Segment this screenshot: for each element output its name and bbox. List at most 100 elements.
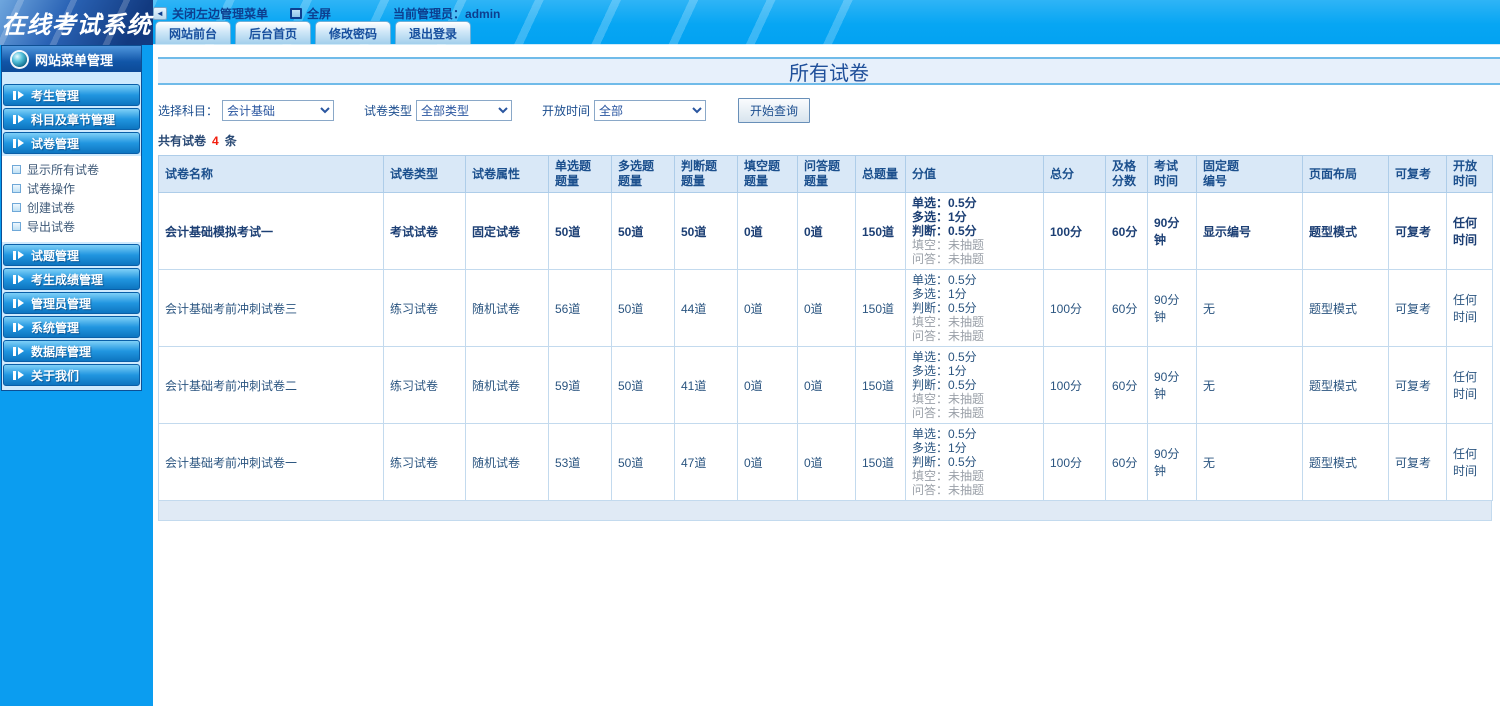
cell-total: 150道 [855,346,906,424]
top-tab[interactable]: 修改密码 [315,21,392,44]
sidebar-item[interactable]: 创建试卷 [2,198,141,217]
score-line: 判断：0.5分 [912,224,977,238]
fullscreen-icon [290,7,303,19]
cell-single: 56道 [548,269,612,347]
top-tabs: 网站前台 后台首页 修改密码 退出登录 [155,21,472,44]
cell-qa: 0道 [797,269,856,347]
sidebar-group[interactable]: 试卷管理 [3,132,140,154]
sidebar-group[interactable]: 试题管理 [3,244,140,266]
column-header: 总分 [1043,155,1106,193]
table-row: 会计基础考前冲刺试卷二 练习试卷 随机试卷 59道 50道 41道 0道 0道 150道 单选：0… [158,346,1493,424]
exam-count-prefix: 共有试卷 [158,134,207,148]
cell-qa: 0道 [797,192,856,270]
score-line-muted: 问答：未抽题 [912,329,985,343]
column-header: 试卷名称 [158,155,384,193]
sidebar-group[interactable]: 考生成绩管理 [3,268,140,290]
sidebar-group-label: 试卷管理 [31,136,80,151]
sidebar-group[interactable]: 关于我们 [3,364,140,386]
cell-total: 150道 [855,423,906,501]
time-label: 开放时间 [542,104,591,118]
cell-retake: 可复考 [1388,423,1447,501]
cell-type: 练习试卷 [383,346,466,424]
cell-name: 会计基础考前冲刺试卷二 [158,346,384,424]
cell-open-time: 任何时间 [1446,346,1493,424]
sidebar-item-label: 试卷操作 [27,182,76,196]
score-line-muted: 填空：未抽题 [912,469,985,483]
play-icon [13,298,24,308]
cell-score-lines: 单选：0.5分 多选：1分 判断：0.5分 填空：未抽题 问答：未抽题 [905,423,1044,501]
top-tab[interactable]: 退出登录 [395,21,472,44]
cell-judge: 47道 [674,423,738,501]
cell-single: 59道 [548,346,612,424]
play-icon [13,322,24,332]
column-header: 判断题 题量 [674,155,738,193]
top-tab[interactable]: 网站前台 [155,21,232,44]
cell-multi: 50道 [611,269,675,347]
column-header: 分值 [905,155,1044,193]
list-square-icon [12,184,21,193]
score-line: 多选：1分 [912,364,967,378]
type-select[interactable]: 全部类型 [416,100,513,121]
top-bar: 在线考试系统 ◄ 关闭左边管理菜单 全屏 当前管理员：admin 网站前台 后台首… [0,0,1500,45]
cell-multi: 50道 [611,346,675,424]
sidebar-group[interactable]: 科目及章节管理 [3,108,140,130]
sphere-icon [12,51,27,67]
sidebar-group[interactable]: 系统管理 [3,316,140,338]
page-title: 所有试卷 [789,62,869,85]
sidebar-item-label: 创建试卷 [27,201,76,215]
cell-pass-score: 60分 [1105,423,1148,501]
cell-layout: 题型模式 [1302,423,1389,501]
cell-pass-score: 60分 [1105,192,1148,270]
sidebar-subpanel: 显示所有试卷试卷操作创建试卷导出试卷 [2,156,141,242]
fullscreen-label: 全屏 [307,6,332,21]
column-header: 页面布局 [1302,155,1389,193]
sidebar-group-label: 试题管理 [31,248,80,263]
score-line: 多选：1分 [912,210,967,224]
subject-label: 选择科目： [158,104,219,118]
app-logo-text: 在线考试系统 [1,10,152,39]
top-tab[interactable]: 后台首页 [235,21,312,44]
top-links: ◄ 关闭左边管理菜单 全屏 当前管理员：admin [153,4,500,22]
type-label: 试卷类型 [364,104,413,118]
close-left-menu-button[interactable]: ◄ 关闭左边管理菜单 [153,5,268,22]
sidebar-group[interactable]: 管理员管理 [3,292,140,314]
cell-pass-score: 60分 [1105,269,1148,347]
column-header: 试卷类型 [383,155,466,193]
sidebar-group-label: 关于我们 [31,368,80,383]
fullscreen-button[interactable]: 全屏 [290,5,331,22]
sidebar-item[interactable]: 显示所有试卷 [2,160,141,179]
main-content: 所有试卷 选择科目： 会计基础 试卷类型 全部类型 开放时间 全部 开始查询 共… [153,45,1500,706]
subject-select[interactable]: 会计基础 [222,100,335,121]
sidebar-item[interactable]: 导出试卷 [2,217,141,236]
cell-total-score: 100分 [1043,192,1106,270]
search-button[interactable]: 开始查询 [738,98,811,123]
sidebar-item[interactable]: 试卷操作 [2,179,141,198]
cell-attr: 随机试卷 [465,269,549,347]
cell-blank: 0道 [737,346,798,424]
play-icon [13,114,24,124]
time-select[interactable]: 全部 [594,100,707,121]
score-line: 判断：0.5分 [912,378,977,392]
sidebar-header: 网站菜单管理 [2,46,141,72]
cell-duration: 90分钟 [1147,423,1197,501]
column-header: 固定题 编号 [1196,155,1303,193]
cell-total-score: 100分 [1043,269,1106,347]
play-icon [13,274,24,284]
cell-total-score: 100分 [1043,423,1106,501]
sidebar-group-label: 管理员管理 [31,296,92,311]
play-icon [13,138,24,148]
sidebar-group-label: 数据库管理 [31,344,92,359]
cell-qa: 0道 [797,423,856,501]
cell-blank: 0道 [737,269,798,347]
sidebar-group[interactable]: 考生管理 [3,84,140,106]
sidebar-group[interactable]: 数据库管理 [3,340,140,362]
cell-attr: 随机试卷 [465,346,549,424]
sidebar: 网站菜单管理 考生管理 科目及章节管理试卷管理显示所有试卷试卷操作创建试卷导出试卷… [0,45,153,706]
cell-retake: 可复考 [1388,269,1447,347]
cell-blank: 0道 [737,192,798,270]
cell-open-time: 任何时间 [1446,423,1493,501]
column-header: 考试 时间 [1147,155,1197,193]
column-header: 单选题 题量 [548,155,612,193]
cell-open-time: 任何时间 [1446,269,1493,347]
